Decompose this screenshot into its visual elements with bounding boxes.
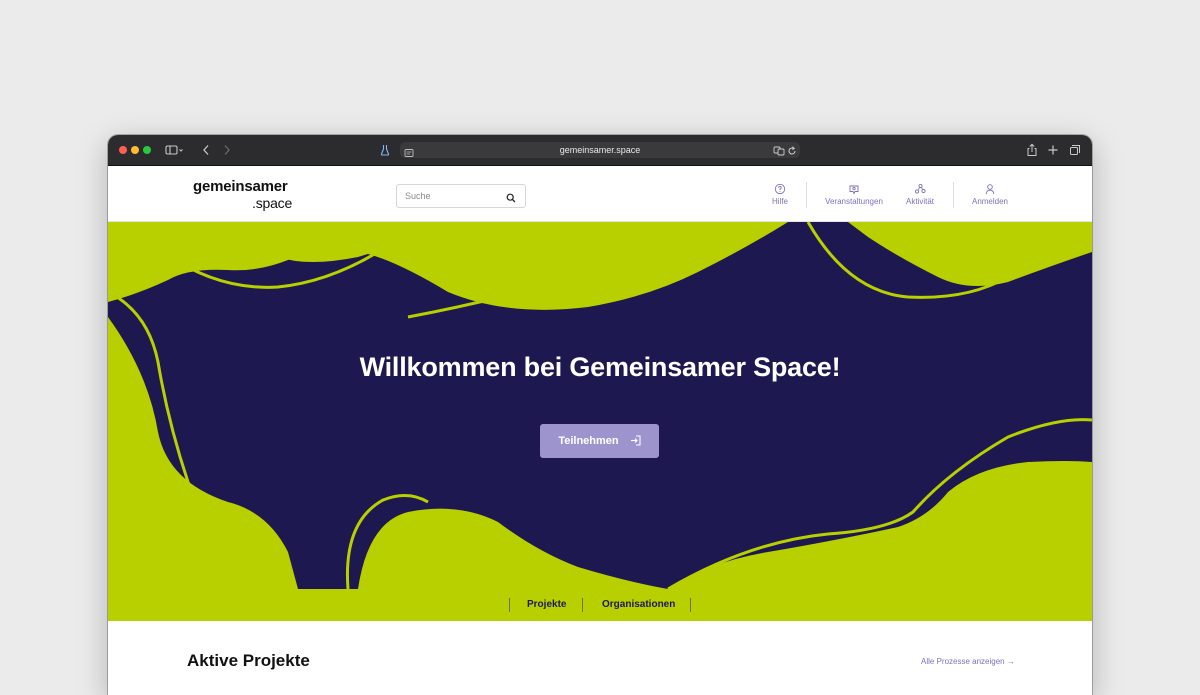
back-arrow-icon[interactable] [201, 142, 211, 158]
main-content: Aktive Projekte Alle Prozesse anzeigen → [108, 621, 1092, 695]
sidebar-toggle-icon[interactable] [165, 142, 183, 158]
url-text: gemeinsamer.space [559, 145, 641, 155]
logo-main-text: gemeinsamer [193, 178, 288, 195]
new-tab-icon[interactable] [1047, 142, 1059, 158]
reload-icon[interactable] [787, 144, 797, 162]
nav-events[interactable]: Veranstaltungen [820, 183, 888, 207]
section-title: Aktive Projekte [187, 651, 310, 670]
address-bar[interactable]: gemeinsamer.space [400, 142, 800, 158]
site-logo[interactable]: gemeinsamer .space [193, 178, 293, 212]
subnav-divider [690, 598, 691, 612]
join-button-label: Teilnehmen [558, 435, 619, 447]
activity-icon [914, 183, 926, 194]
subnav-divider [582, 598, 583, 612]
zoom-window-button[interactable] [143, 146, 151, 154]
search-input[interactable] [405, 188, 500, 203]
minimize-window-button[interactable] [131, 146, 139, 154]
all-processes-link[interactable]: Alle Prozesse anzeigen → [921, 657, 1015, 666]
browser-window: gemeinsamer.space gemeinsamer .space Suc… [108, 135, 1092, 695]
sub-navigation: Projekte Organisationen [108, 589, 1092, 621]
nav-login-label: Anmelden [971, 197, 1009, 206]
forward-arrow-icon[interactable] [222, 142, 232, 158]
flask-icon[interactable] [380, 142, 390, 158]
nav-help[interactable]: Hilfe [768, 183, 792, 207]
nav-events-label: Veranstaltungen [825, 197, 883, 206]
site-header: gemeinsamer .space Hilfe Veranstaltungen… [108, 166, 1092, 222]
sign-in-icon [630, 435, 641, 446]
hero-banner: Willkommen bei Gemeinsamer Space! Teilne… [108, 222, 1092, 589]
join-button[interactable]: Teilnehmen [540, 424, 659, 458]
nav-divider [806, 182, 807, 208]
hero-background-shapes [108, 222, 1092, 589]
hero-title: Willkommen bei Gemeinsamer Space! [359, 352, 841, 382]
subnav-divider [509, 598, 510, 612]
search-icon[interactable] [506, 190, 516, 208]
nav-divider [953, 182, 954, 208]
search-box [396, 184, 526, 208]
close-window-button[interactable] [119, 146, 127, 154]
logo-sub-text: .space [252, 195, 293, 211]
calendar-chat-icon [849, 185, 859, 195]
subnav-projects[interactable]: Projekte [527, 599, 566, 611]
browser-toolbar: gemeinsamer.space [108, 135, 1092, 166]
share-icon[interactable] [1026, 142, 1038, 158]
help-circle-icon [774, 183, 786, 195]
subnav-organisations[interactable]: Organisationen [602, 599, 675, 611]
translate-icon[interactable] [773, 144, 785, 162]
nav-login[interactable]: Anmelden [968, 183, 1012, 207]
nav-activity-label: Aktivität [905, 197, 934, 206]
nav-help-label: Hilfe [771, 197, 788, 206]
nav-activity[interactable]: Aktivität [901, 183, 939, 207]
user-icon [985, 184, 995, 195]
tab-overview-icon[interactable] [1069, 142, 1081, 158]
